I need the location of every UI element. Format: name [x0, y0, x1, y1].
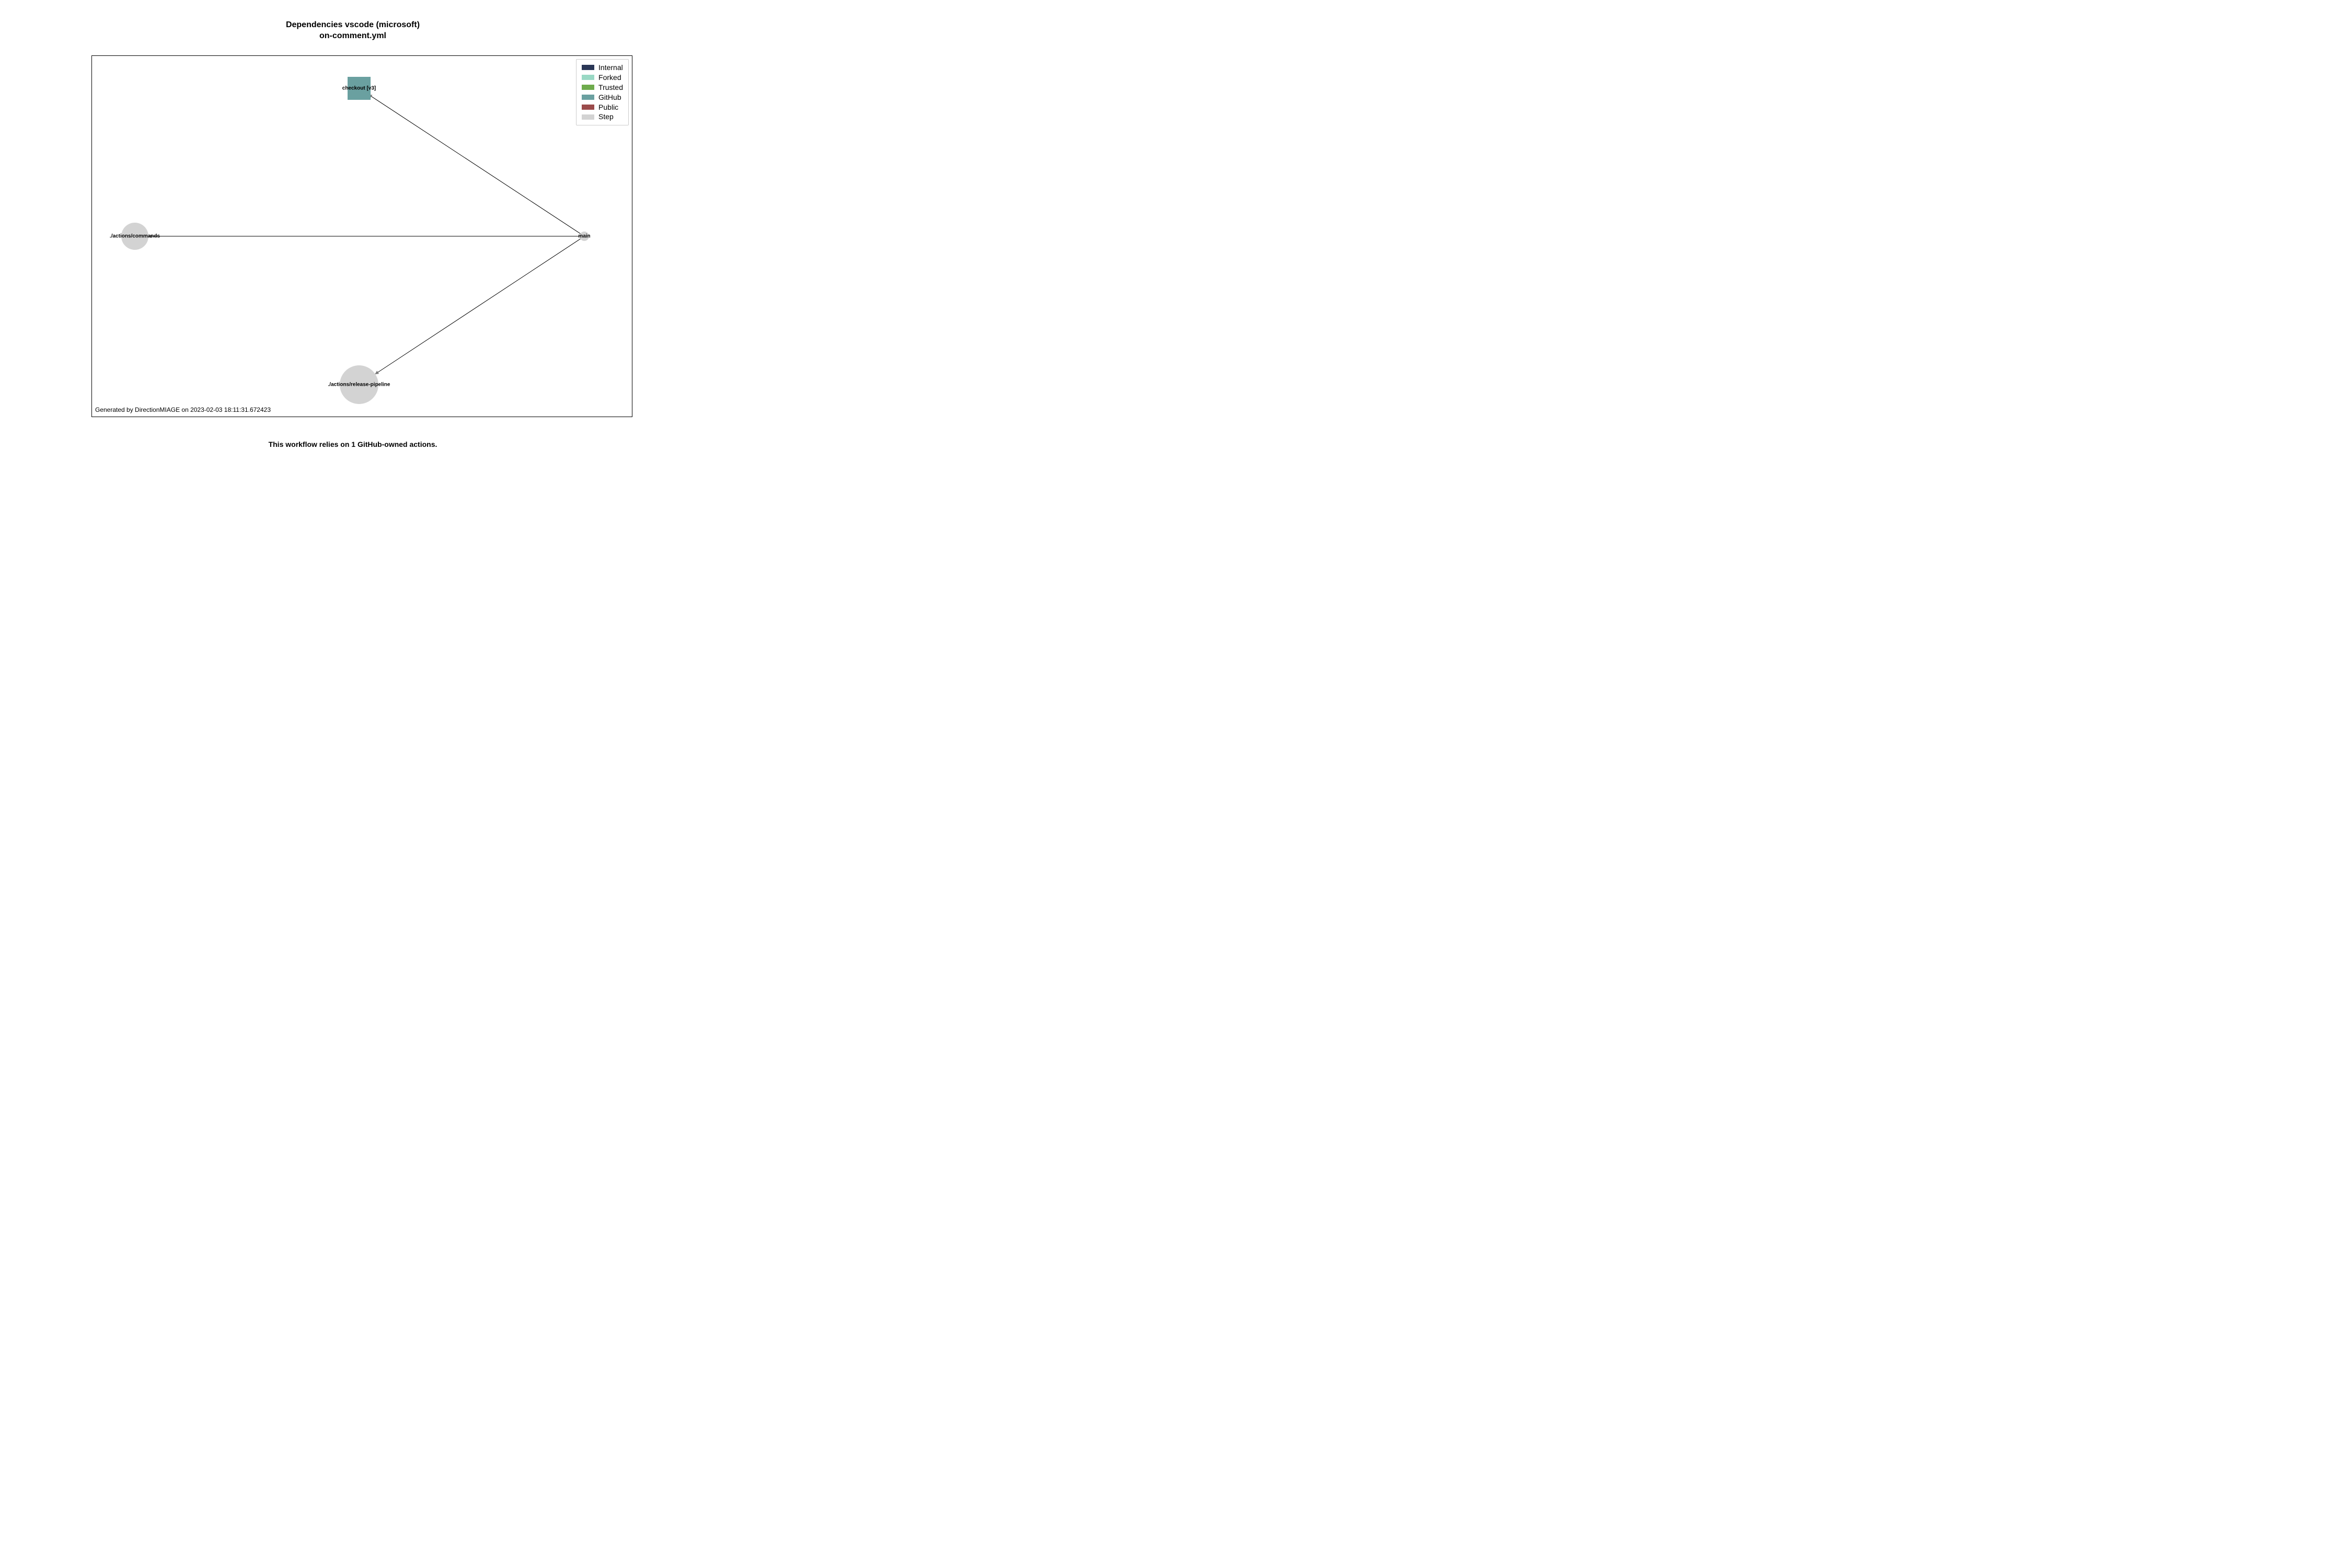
chart-frame: checkout [v3]./actions/commands./actions… [91, 55, 632, 417]
legend-swatch [582, 114, 594, 120]
legend-label: Trusted [598, 83, 623, 93]
summary-text: This workflow relies on 1 GitHub-owned a… [0, 440, 706, 448]
node-main [580, 232, 589, 241]
legend: Internal Forked Trusted GitHub Public St… [576, 59, 629, 125]
chart-title-line1: Dependencies vscode (microsoft) [0, 20, 706, 31]
legend-item-trusted: Trusted [582, 83, 623, 93]
legend-label: GitHub [598, 93, 621, 102]
legend-item-github: GitHub [582, 93, 623, 102]
legend-label: Step [598, 112, 614, 122]
legend-swatch [582, 85, 594, 90]
legend-swatch [582, 95, 594, 100]
generated-by-text: Generated by DirectionMIAGE on 2023-02-0… [95, 406, 271, 413]
legend-item-step: Step [582, 112, 623, 122]
chart-title-line2: on-comment.yml [0, 31, 706, 42]
node-release [340, 365, 378, 404]
legend-item-public: Public [582, 102, 623, 112]
legend-label: Public [598, 102, 618, 112]
edge [375, 239, 581, 374]
node-checkout [348, 77, 371, 100]
legend-swatch [582, 65, 594, 70]
legend-label: Forked [598, 73, 621, 83]
legend-swatch [582, 105, 594, 110]
chart-title: Dependencies vscode (microsoft) on-comme… [0, 20, 706, 42]
legend-item-forked: Forked [582, 73, 623, 83]
edge [368, 95, 580, 234]
legend-label: Internal [598, 63, 623, 73]
legend-swatch [582, 75, 594, 80]
dependency-graph [92, 56, 633, 418]
node-commands [121, 223, 148, 250]
legend-item-internal: Internal [582, 63, 623, 73]
